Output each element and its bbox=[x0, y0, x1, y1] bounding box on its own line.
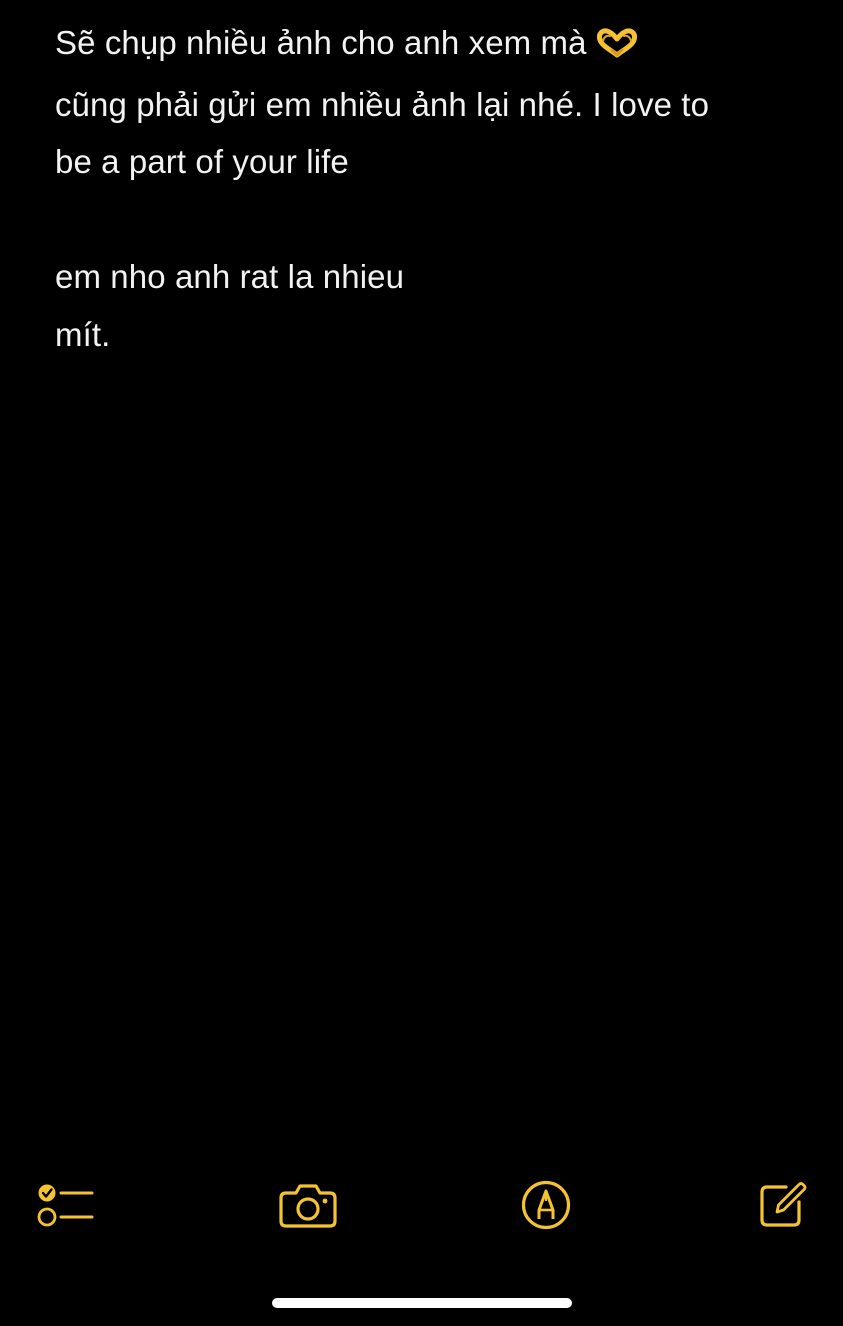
note-body[interactable]: Sẽ chụp nhiều ảnh cho anh xem mà cũng ph… bbox=[55, 14, 795, 363]
note-line-1: Sẽ chụp nhiều ảnh cho anh xem mà bbox=[55, 14, 795, 76]
camera-button[interactable] bbox=[276, 1172, 340, 1238]
checklist-button[interactable] bbox=[36, 1172, 96, 1238]
markup-button[interactable] bbox=[516, 1172, 576, 1238]
note-line-4 bbox=[55, 191, 795, 249]
checklist-icon bbox=[37, 1181, 95, 1229]
note-line-1-text: Sẽ chụp nhiều ảnh cho anh xem mà bbox=[55, 24, 587, 61]
note-line-2: cũng phải gửi em nhiều ảnh lại nhé. I lo… bbox=[55, 85, 710, 123]
bottom-toolbar bbox=[0, 1172, 843, 1242]
compose-icon bbox=[756, 1180, 808, 1230]
compose-button[interactable] bbox=[752, 1172, 812, 1238]
markup-pen-icon bbox=[520, 1179, 572, 1231]
heart-hands-emoji bbox=[595, 18, 639, 76]
note-line-5: em nho anh rat la nhieu bbox=[55, 258, 405, 295]
note-line-3: be a part of your life bbox=[55, 143, 349, 180]
home-indicator[interactable] bbox=[272, 1298, 572, 1308]
camera-icon bbox=[278, 1181, 338, 1229]
note-line-6: mít. bbox=[55, 315, 111, 353]
